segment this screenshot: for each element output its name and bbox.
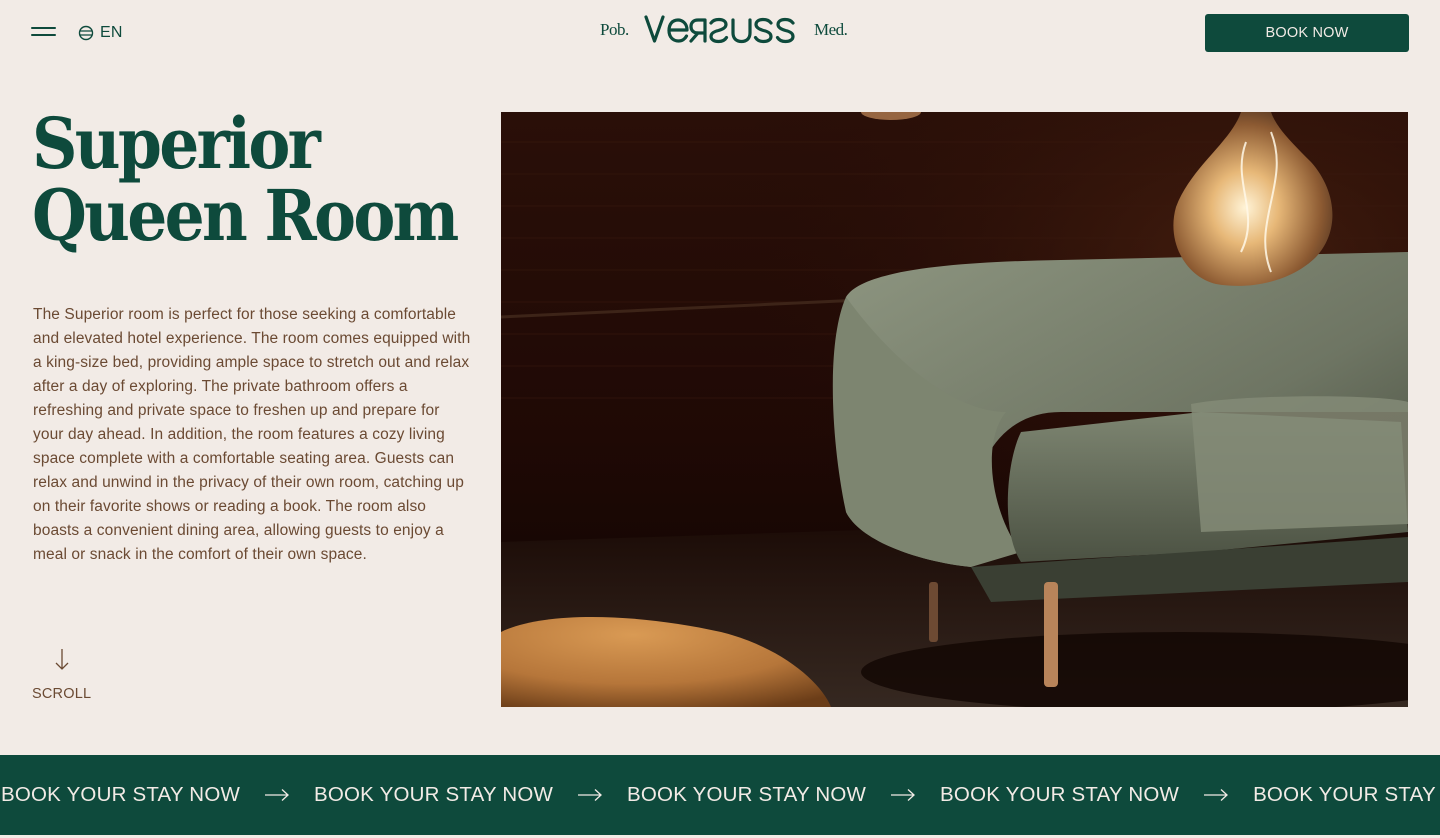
marquee-text: BOOK YOUR STAY NOW bbox=[1253, 783, 1440, 806]
arrow-right-icon bbox=[265, 789, 289, 801]
title-line-2: Queen Room bbox=[32, 174, 459, 257]
marquee-text: BOOK YOUR STAY NOW bbox=[1, 783, 241, 806]
globe-icon bbox=[78, 25, 94, 41]
marquee-item: BOOK YOUR STAY NOW bbox=[627, 783, 940, 807]
book-now-button[interactable]: BOOK NOW bbox=[1205, 14, 1409, 52]
language-selector[interactable]: EN bbox=[78, 22, 123, 44]
site-header: EN Pob. Med. BOOK NOW bbox=[0, 0, 1440, 66]
title-line-1: Superior bbox=[32, 102, 321, 185]
brand-prefix: Pob. bbox=[600, 20, 629, 39]
room-photo-illustration bbox=[501, 112, 1408, 707]
arrow-down-icon bbox=[55, 649, 69, 670]
language-label: EN bbox=[100, 24, 123, 41]
marquee-text: BOOK YOUR STAY NOW bbox=[314, 783, 554, 806]
marquee-item: BOOK YOUR STAY NOW bbox=[314, 783, 627, 807]
versus-logo[interactable] bbox=[643, 13, 798, 47]
arrow-right-icon bbox=[891, 789, 916, 801]
marquee-text: BOOK YOUR STAY NOW bbox=[627, 783, 867, 806]
arrow-right-icon bbox=[578, 789, 602, 801]
marquee-track: BOOK YOUR STAY NOW BOOK YOUR STAY NOW BO… bbox=[1, 755, 1440, 835]
brand-suffix: Med. bbox=[814, 20, 848, 39]
marquee-item: BOOK YOUR STAY NOW bbox=[1253, 783, 1440, 807]
scroll-label: SCROLL bbox=[32, 686, 92, 702]
menu-line bbox=[31, 27, 56, 29]
room-photo bbox=[501, 112, 1408, 707]
room-description: The Superior room is perfect for those s… bbox=[33, 306, 471, 563]
menu-line bbox=[31, 34, 56, 36]
hamburger-menu-icon[interactable] bbox=[31, 25, 56, 40]
marquee-item: BOOK YOUR STAY NOW bbox=[1, 783, 314, 807]
book-marquee-banner[interactable]: BOOK YOUR STAY NOW BOOK YOUR STAY NOW BO… bbox=[0, 755, 1440, 835]
page-title: Superior Queen Room bbox=[32, 102, 459, 257]
marquee-item: BOOK YOUR STAY NOW bbox=[940, 783, 1253, 807]
marquee-text: BOOK YOUR STAY NOW bbox=[940, 783, 1180, 806]
arrow-right-icon bbox=[1204, 789, 1229, 801]
